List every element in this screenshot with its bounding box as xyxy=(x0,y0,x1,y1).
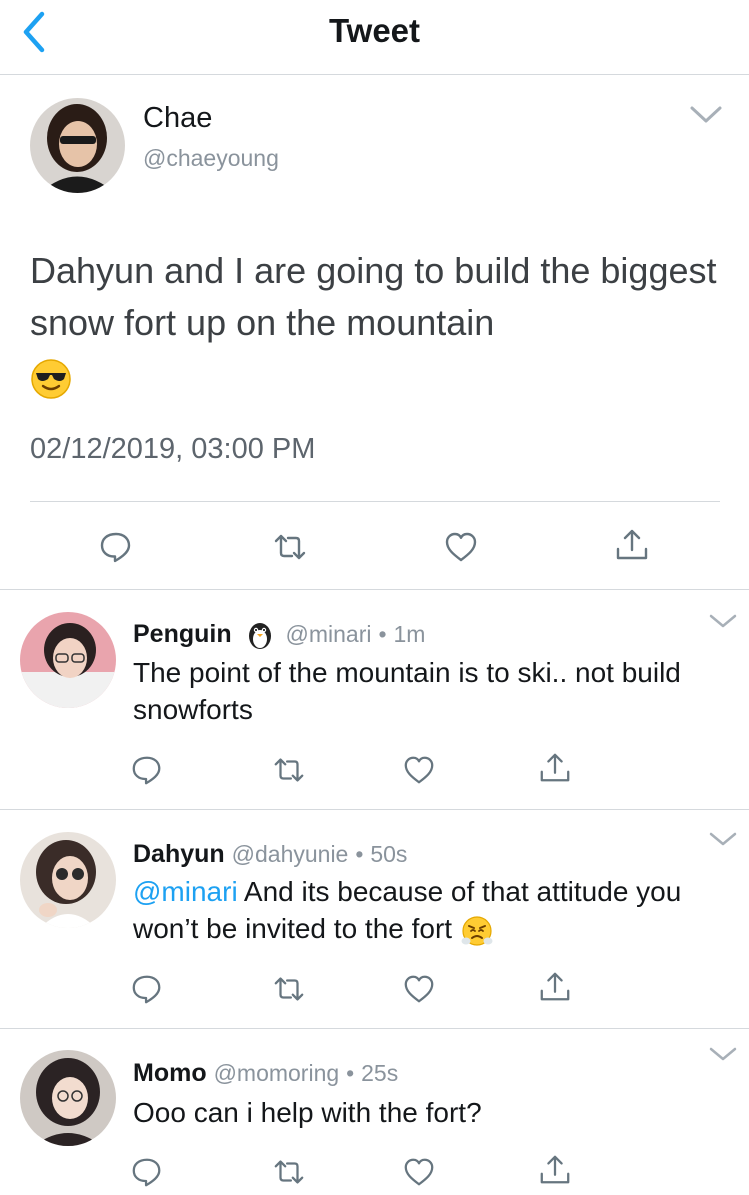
author-handle[interactable]: @chaeyoung xyxy=(143,145,279,172)
author-name[interactable]: Penguin xyxy=(133,620,232,648)
tweet-body: Dahyun and I are going to build the bigg… xyxy=(30,250,717,343)
share-icon[interactable] xyxy=(614,527,650,563)
reply-actions xyxy=(0,970,749,1010)
reply-header: Momo @momoring • 25s xyxy=(133,1059,398,1088)
retweet-icon[interactable] xyxy=(272,1155,306,1189)
reply-text: @minari And its because of that attitude… xyxy=(133,873,723,948)
chevron-down-icon[interactable] xyxy=(708,1045,738,1063)
chevron-down-icon[interactable] xyxy=(708,830,738,848)
share-icon[interactable] xyxy=(538,1153,572,1187)
reply-tweet[interactable]: Penguin @minari • 1m The point of the mo… xyxy=(0,590,749,810)
author-handle[interactable]: @momoring xyxy=(214,1060,340,1086)
share-icon[interactable] xyxy=(538,970,572,1004)
dot-separator: • xyxy=(355,841,364,867)
reply-icon[interactable] xyxy=(130,972,164,1006)
retweet-icon[interactable] xyxy=(272,529,308,565)
avatar[interactable] xyxy=(20,832,116,928)
author-name[interactable]: Momo xyxy=(133,1059,207,1087)
avatar[interactable] xyxy=(30,98,125,193)
tweet-actions xyxy=(0,523,749,573)
nav-header: Tweet xyxy=(0,0,749,75)
reply-icon[interactable] xyxy=(98,529,134,565)
retweet-icon[interactable] xyxy=(272,753,306,787)
like-icon[interactable] xyxy=(443,529,479,565)
tweet-timestamp: 02/12/2019, 03:00 PM xyxy=(30,433,316,465)
reply-icon[interactable] xyxy=(130,753,164,787)
reply-tweet[interactable]: Dahyun @dahyunie • 50s @minari And its b… xyxy=(0,810,749,1029)
like-icon[interactable] xyxy=(402,753,436,787)
author-name[interactable]: Dahyun xyxy=(133,840,225,868)
reply-time: 1m xyxy=(393,621,426,647)
reply-time: 25s xyxy=(361,1060,399,1086)
reply-text: The point of the mountain is to ski.. no… xyxy=(133,657,681,725)
dot-separator: • xyxy=(378,621,387,647)
reply-time: 50s xyxy=(370,841,408,867)
tweet-text: Dahyun and I are going to build the bigg… xyxy=(30,245,730,401)
reply-header: Dahyun @dahyunie • 50s xyxy=(133,840,407,869)
face-with-steam-from-nose-icon xyxy=(461,916,493,946)
penguin-icon xyxy=(248,623,271,650)
smiling-face-with-sunglasses-icon xyxy=(31,359,71,400)
reply-actions xyxy=(0,1155,749,1195)
reply-tweet[interactable]: Momo @momoring • 25s Ooo can i help with… xyxy=(0,1029,749,1187)
author-handle[interactable]: @dahyunie xyxy=(232,841,349,867)
main-tweet: Chae @chaeyoung Dahyun and I are going t… xyxy=(0,75,749,590)
retweet-icon[interactable] xyxy=(272,972,306,1006)
divider xyxy=(30,501,720,502)
avatar[interactable] xyxy=(20,1050,116,1146)
chevron-down-icon[interactable] xyxy=(688,103,724,127)
reply-icon[interactable] xyxy=(130,1155,164,1189)
author-handle[interactable]: @minari xyxy=(286,621,372,647)
chevron-down-icon[interactable] xyxy=(708,612,738,630)
page-title: Tweet xyxy=(328,12,421,49)
author-name[interactable]: Chae xyxy=(143,102,212,135)
reply-header: Penguin @minari • 1m xyxy=(133,620,425,650)
like-icon[interactable] xyxy=(402,1155,436,1189)
reply-actions xyxy=(0,751,749,791)
dot-separator: • xyxy=(346,1060,355,1086)
mention-link[interactable]: @minari xyxy=(133,876,238,907)
avatar[interactable] xyxy=(20,612,116,708)
reply-text: Ooo can i help with the fort? xyxy=(133,1097,482,1128)
like-icon[interactable] xyxy=(402,972,436,1006)
share-icon[interactable] xyxy=(538,751,572,785)
